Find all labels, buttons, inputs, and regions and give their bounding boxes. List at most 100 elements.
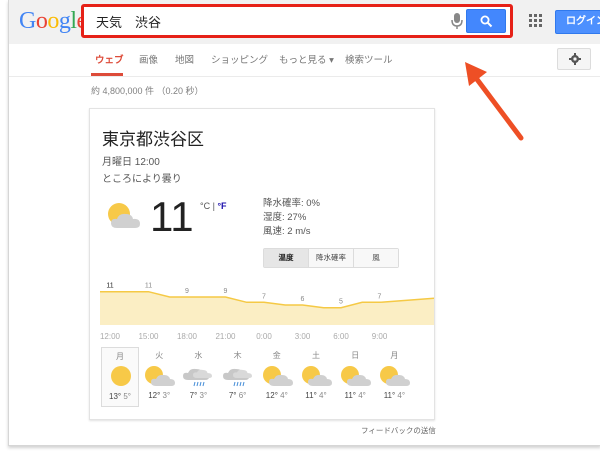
tab-precipitation[interactable]: 降水確率 <box>308 249 353 267</box>
sunny-icon <box>102 363 140 389</box>
rain-icon <box>219 362 257 388</box>
chart-x-labels: 12:00 15:00 18:00 21:00 0:00 3:00 6:00 9:00 <box>90 332 434 344</box>
x-tick-label: 6:00 <box>333 332 349 341</box>
forecast-day[interactable]: 月 11° 4° <box>375 347 413 407</box>
partly-cloudy-icon <box>140 362 178 388</box>
forecast-temps: 11° 4° <box>375 391 413 400</box>
forecast-low: 4° <box>316 391 327 400</box>
chart-tabs: 温度 降水確率 風 <box>263 248 399 268</box>
unit-celsius[interactable]: °C <box>200 201 210 211</box>
forecast-day[interactable]: 日 11° 4° <box>336 347 374 407</box>
temperature-chart: 11 11 9 9 7 6 5 7 <box>100 283 434 325</box>
temperature-data-label: 7 <box>378 293 382 300</box>
microphone-icon[interactable] <box>450 11 464 31</box>
forecast-temps: 7° 3° <box>179 391 217 400</box>
feedback-link[interactable]: フィードバックの送信 <box>361 425 436 436</box>
tab-search-tools[interactable]: 検索ツール <box>345 52 393 66</box>
gear-icon <box>569 53 581 65</box>
forecast-low: 5° <box>121 392 131 401</box>
tab-images[interactable]: 画像 <box>139 52 158 66</box>
rain-icon <box>179 362 217 388</box>
temperature-units: °C | °F <box>200 201 227 211</box>
forecast-day-name: 月 <box>116 352 124 361</box>
weather-details: 降水確率: 0% 湿度: 27% 風速: 2 m/s <box>263 197 320 239</box>
temperature-data-label: 9 <box>224 288 228 295</box>
weather-condition: ところにより曇り <box>102 174 182 185</box>
red-arrow-annotation <box>465 62 524 141</box>
weather-location: 東京都渋谷区 <box>102 130 204 149</box>
partly-cloudy-icon <box>336 362 374 388</box>
browser-page: Google ログイン ウェブ 画像 地図 ショッピング <box>8 0 600 446</box>
login-button[interactable]: ログイン <box>555 10 600 34</box>
forecast-low: 6° <box>236 391 247 400</box>
forecast-day-name: 水 <box>194 351 203 360</box>
forecast-high: 11° <box>344 391 356 400</box>
forecast-day[interactable]: 金 12° 4° <box>258 347 296 407</box>
forecast-day[interactable]: 水 7° 3° <box>179 347 217 407</box>
x-tick-label: 3:00 <box>294 332 311 341</box>
temperature-data-label: 5 <box>339 299 343 306</box>
temperature-data-label: 11 <box>145 283 152 290</box>
google-logo[interactable]: Google <box>19 7 87 35</box>
result-stats: 約 4,800,000 件 （0.20 秒） <box>91 86 204 96</box>
active-tab-indicator <box>91 73 123 76</box>
tab-wind[interactable]: 風 <box>353 249 398 267</box>
temperature-data-label: 9 <box>185 288 189 295</box>
search-icon <box>480 15 493 28</box>
x-tick-label: 0:00 <box>256 332 272 341</box>
partly-cloudy-icon <box>258 362 296 388</box>
forecast-low: 3° <box>160 391 171 400</box>
forecast-day[interactable]: 月 13° 5° <box>101 347 139 407</box>
temperature-data-label: 11 <box>106 283 113 290</box>
forecast-day-name: 木 <box>233 351 242 360</box>
forecast-high: 13° <box>109 392 122 401</box>
forecast-temps: 12° 3° <box>140 391 178 400</box>
forecast-temps: 11° 4° <box>297 391 335 400</box>
tab-shopping[interactable]: ショッピング <box>211 52 268 66</box>
forecast-day[interactable]: 火 12° 3° <box>140 347 178 407</box>
forecast-day-name: 土 <box>312 351 320 360</box>
unit-fahrenheit[interactable]: °F <box>217 201 226 211</box>
forecast-day-name: 月 <box>390 351 399 360</box>
tab-web[interactable]: ウェブ <box>95 52 124 66</box>
forecast-low: 4° <box>356 391 366 400</box>
temperature-data-label: 6 <box>301 296 305 303</box>
x-tick-label: 18:00 <box>176 332 198 341</box>
humidity-text: 湿度: 27% <box>263 212 307 223</box>
x-tick-label: 15:00 <box>138 332 159 341</box>
tab-temperature[interactable]: 温度 <box>264 249 308 267</box>
forecast-day[interactable]: 木 7° 6° <box>219 347 257 407</box>
partly-cloudy-icon <box>108 203 140 228</box>
search-input[interactable] <box>88 11 456 31</box>
search-button[interactable] <box>466 9 506 33</box>
forecast-day-name: 金 <box>272 351 281 360</box>
apps-grid-icon[interactable] <box>529 14 543 28</box>
top-bar: Google ログイン <box>9 0 600 45</box>
forecast-high: 12° <box>265 391 278 400</box>
forecast-day-name: 日 <box>351 351 360 360</box>
search-box <box>81 4 513 38</box>
precipitation-text: 降水確率: 0% <box>263 198 321 209</box>
forecast-high: 11° <box>305 391 317 400</box>
tab-more[interactable]: もっと見る ▾ <box>279 52 334 66</box>
forecast-high: 12° <box>148 391 161 400</box>
current-temperature: 11 <box>150 193 194 240</box>
x-tick-label: 9:00 <box>371 332 388 341</box>
forecast-temps: 13° 5° <box>102 392 138 401</box>
forecast-low: 4° <box>395 391 406 400</box>
forecast-low: 4° <box>277 391 288 400</box>
forecast-day-name: 火 <box>155 351 164 360</box>
temperature-data-label: 7 <box>262 293 266 300</box>
forecast-day[interactable]: 土 11° 4° <box>297 347 335 407</box>
forecast-low: 3° <box>197 391 208 400</box>
forecast-days: 月 13° 5° 火 12° 3° 水 7° 3° 木 7° 6° 金 12° 4° 土 11° 4°… <box>101 347 421 407</box>
partly-cloudy-icon <box>375 362 413 388</box>
tab-maps[interactable]: 地図 <box>175 52 194 66</box>
forecast-high: 11° <box>383 391 396 400</box>
wind-text: 風速: 2 m/s <box>263 226 311 237</box>
settings-button[interactable] <box>557 48 591 70</box>
partly-cloudy-icon <box>297 362 335 388</box>
forecast-temps: 7° 6° <box>219 391 257 400</box>
x-tick-label: 21:00 <box>215 332 236 341</box>
weather-card: 東京都渋谷区 月曜日 12:00 ところにより曇り 11 °C | °F 降水確… <box>89 108 435 420</box>
